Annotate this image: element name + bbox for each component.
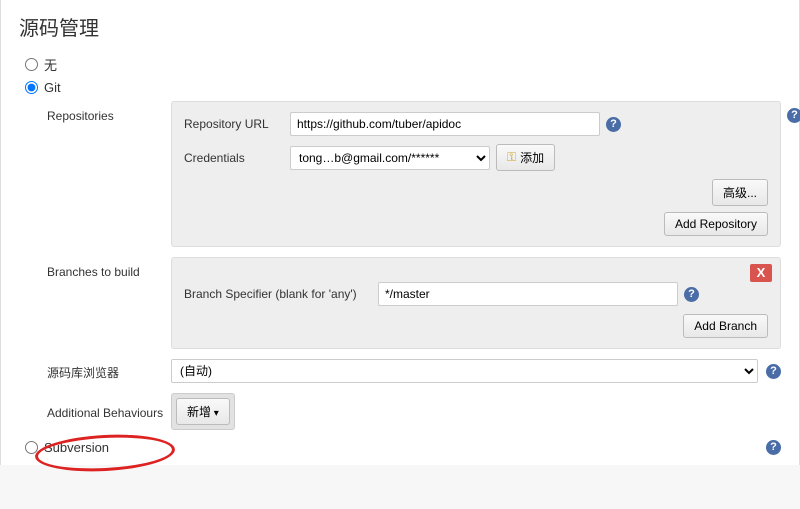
help-icon[interactable]: ? <box>787 108 800 123</box>
delete-branch-button[interactable]: X <box>750 264 772 282</box>
credentials-label: Credentials <box>184 151 290 165</box>
branches-panel: X Branch Specifier (blank for 'any') ? A… <box>171 257 781 349</box>
add-credentials-label: 添加 <box>520 149 544 166</box>
repo-browser-heading: 源码库浏览器 <box>47 362 171 381</box>
section-title: 源码管理 <box>19 12 781 41</box>
repo-url-label: Repository URL <box>184 117 290 131</box>
help-icon[interactable]: ? <box>606 117 621 132</box>
scm-none-radio[interactable] <box>25 58 38 71</box>
repositories-heading: Repositories <box>47 101 171 123</box>
credentials-select[interactable]: tong…b@gmail.com/****** <box>290 146 490 170</box>
branch-spec-input[interactable] <box>378 282 678 306</box>
scm-git-radio[interactable] <box>25 81 38 94</box>
scm-none-label[interactable]: 无 <box>44 55 57 74</box>
help-icon[interactable]: ? <box>766 364 781 379</box>
scm-subversion-label[interactable]: Subversion <box>44 440 109 455</box>
key-icon: ⚿ <box>507 150 516 165</box>
additional-behaviours-heading: Additional Behaviours <box>47 404 171 420</box>
repo-browser-select[interactable]: (自动) <box>171 359 758 383</box>
scm-subversion-radio[interactable] <box>25 441 38 454</box>
advanced-button[interactable]: 高级... <box>712 179 768 206</box>
repositories-panel: ? Repository URL ? Credentials tong…b@gm… <box>171 101 781 247</box>
help-icon[interactable]: ? <box>766 440 781 455</box>
help-icon[interactable]: ? <box>684 287 699 302</box>
add-credentials-button[interactable]: ⚿ 添加 <box>496 144 555 171</box>
add-branch-button[interactable]: Add Branch <box>683 314 768 338</box>
scm-git-label[interactable]: Git <box>44 80 61 95</box>
repo-url-input[interactable] <box>290 112 600 136</box>
branch-spec-label: Branch Specifier (blank for 'any') <box>184 287 378 301</box>
add-behaviour-button[interactable]: 新增 <box>176 398 230 425</box>
add-repository-button[interactable]: Add Repository <box>664 212 768 236</box>
branches-heading: Branches to build <box>47 257 171 279</box>
